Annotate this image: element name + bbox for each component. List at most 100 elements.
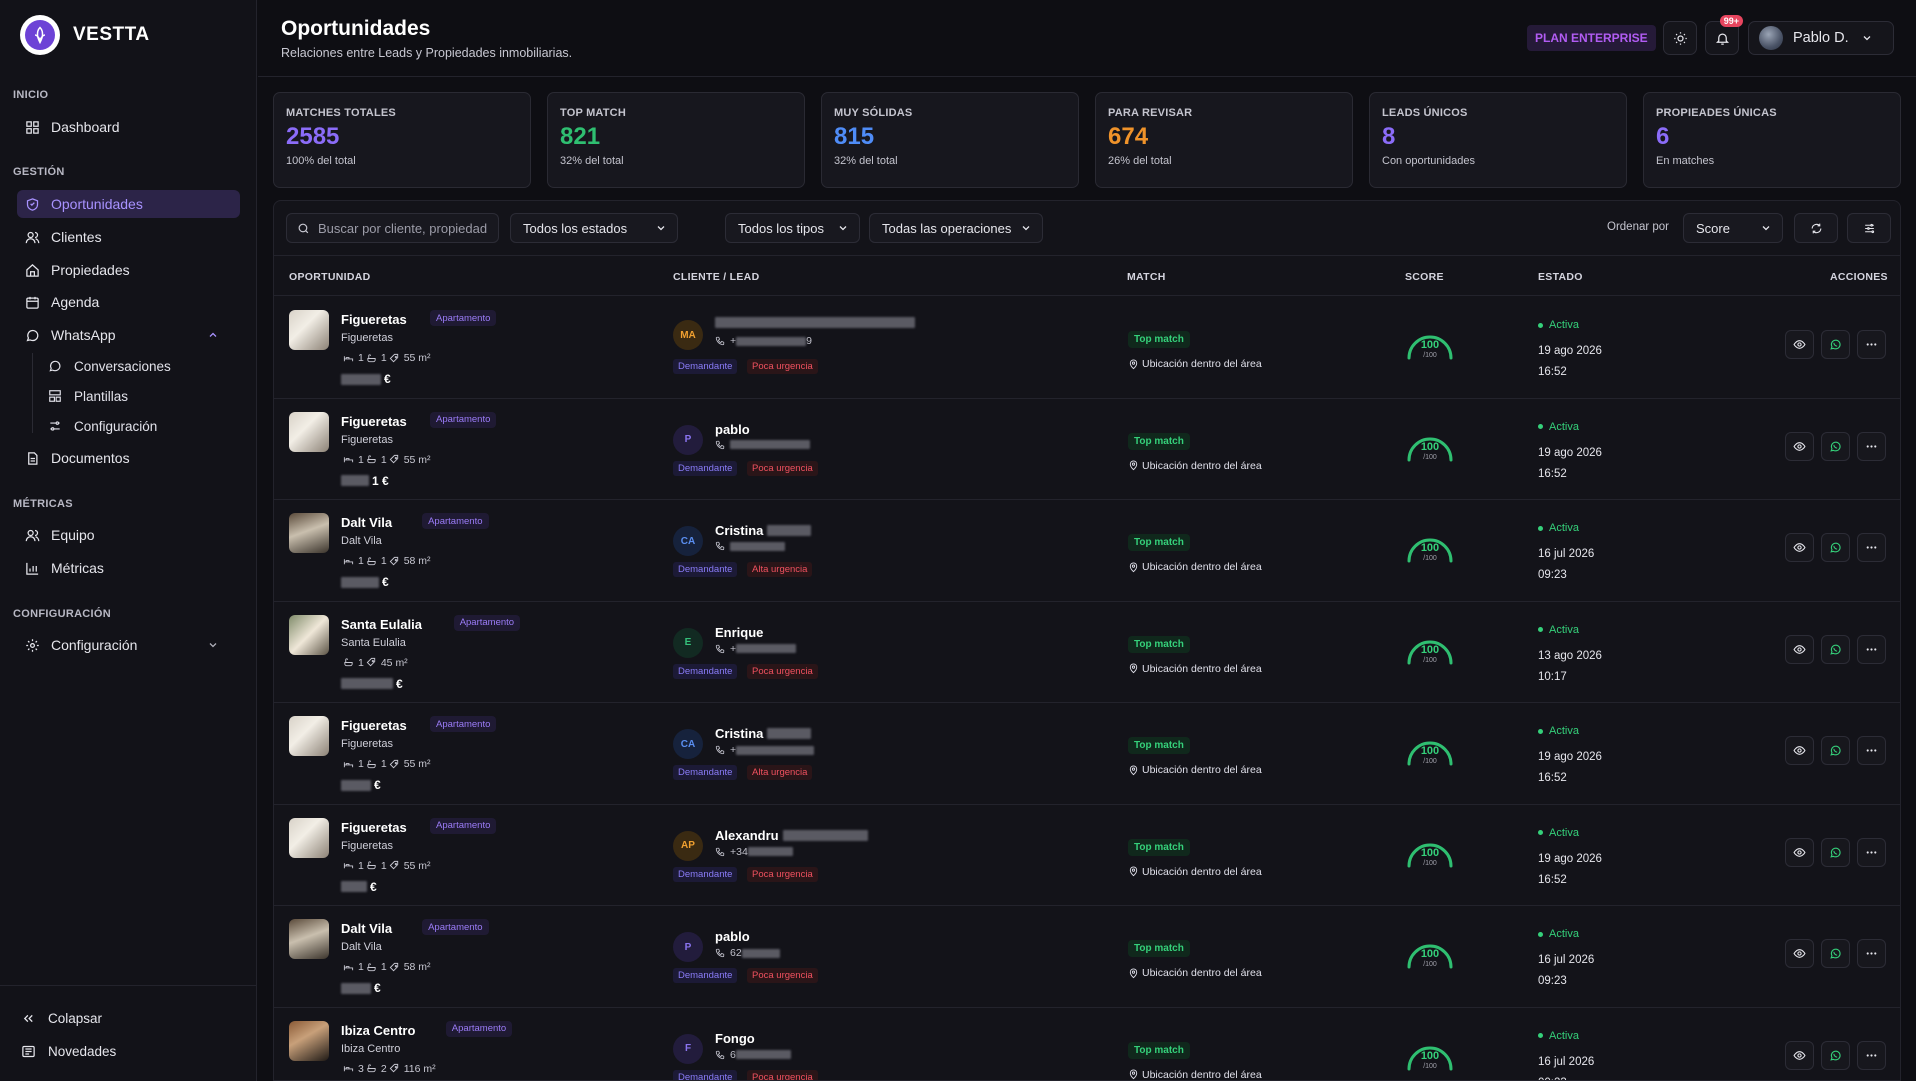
- more-options-button[interactable]: [1857, 634, 1886, 664]
- whatsapp-button[interactable]: [1821, 837, 1850, 867]
- stat-value: 674: [1108, 123, 1149, 150]
- chevron-down-icon: [657, 226, 665, 231]
- lead-name[interactable]: Cristina: [715, 726, 812, 741]
- theme-toggle-button[interactable]: [1663, 21, 1697, 55]
- property-name[interactable]: Ibiza Centro: [341, 1023, 415, 1038]
- sidebar-item-propiedades[interactable]: Propiedades: [17, 256, 240, 284]
- status-date-day: 19 ago 2026: [1538, 852, 1602, 865]
- search-input[interactable]: [318, 220, 488, 236]
- view-button[interactable]: [1785, 431, 1814, 461]
- property-thumbnail[interactable]: [289, 919, 329, 959]
- bath-icon: [367, 861, 376, 870]
- col-score[interactable]: SCORE: [1405, 271, 1444, 283]
- sidebar-item-agenda[interactable]: Agenda: [17, 288, 240, 316]
- sidebar-item-clientes[interactable]: Clientes: [17, 223, 240, 251]
- sidebar-item-equipo[interactable]: Equipo: [17, 521, 240, 549]
- table-row[interactable]: Figueretas Apartamento Figueretas 1 1 55 m² 1 …: [274, 399, 1900, 500]
- lead-name[interactable]: [715, 317, 915, 328]
- table-row[interactable]: Dalt Vila Apartamento Dalt Vila 1 1 58 m² € CA C…: [274, 500, 1900, 602]
- collapse-button[interactable]: Colapsar: [21, 1011, 102, 1026]
- table-row[interactable]: Figueretas Apartamento Figueretas 1 1 55 m² € A…: [274, 805, 1900, 906]
- property-name[interactable]: Dalt Vila: [341, 515, 392, 530]
- view-button[interactable]: [1785, 634, 1814, 664]
- property-name[interactable]: Figueretas: [341, 718, 407, 733]
- lead-name[interactable]: pablo: [715, 929, 750, 944]
- lead-name[interactable]: Cristina: [715, 523, 812, 538]
- whatsapp-button[interactable]: [1821, 533, 1850, 562]
- sidebar-item-oportunidades[interactable]: Oportunidades: [17, 190, 240, 218]
- estado-filter-select[interactable]: Todos los estados: [510, 213, 678, 243]
- whatsapp-button[interactable]: [1821, 431, 1850, 461]
- more-options-button[interactable]: [1857, 330, 1886, 359]
- view-button[interactable]: [1785, 1040, 1814, 1070]
- table-row[interactable]: Dalt Vila Apartamento Dalt Vila 1 1 58 m² € Ppa…: [274, 906, 1900, 1008]
- score-max: /100: [1423, 758, 1437, 765]
- property-thumbnail[interactable]: [289, 614, 329, 655]
- tipo-filter-select[interactable]: Todos los tipos: [725, 213, 860, 243]
- sidebar-item-whatsapp[interactable]: WhatsApp: [17, 321, 240, 349]
- property-price: €: [341, 575, 389, 589]
- user-menu-button[interactable]: Pablo D.: [1748, 21, 1894, 55]
- sidebar-subitem-conversaciones[interactable]: Conversaciones: [48, 353, 171, 379]
- property-thumbnail[interactable]: [289, 716, 329, 756]
- sidebar-subitem-wa-configuracion[interactable]: Configuración: [48, 413, 157, 439]
- lead-name[interactable]: Fongo: [715, 1031, 755, 1046]
- tag-icon: [389, 1063, 398, 1073]
- view-button[interactable]: [1785, 939, 1814, 968]
- col-estado[interactable]: ESTADO: [1538, 271, 1583, 283]
- beds-count: 1: [358, 758, 364, 770]
- lead-name[interactable]: pablo: [715, 422, 750, 437]
- phone-prefix: 6: [730, 1048, 736, 1061]
- whatsapp-button[interactable]: [1821, 1040, 1850, 1070]
- property-name[interactable]: Figueretas: [341, 312, 407, 327]
- sidebar-item-metricas[interactable]: Métricas: [17, 554, 240, 582]
- table-row[interactable]: Santa Eulalia Apartamento Santa Eulalia 1 45…: [274, 602, 1900, 703]
- more-options-button[interactable]: [1857, 736, 1886, 765]
- more-options-button[interactable]: [1857, 837, 1886, 867]
- lead-name[interactable]: Enrique: [715, 625, 763, 640]
- stat-card: MATCHES TOTALES 2585 100% del total: [273, 92, 531, 188]
- col-cliente[interactable]: CLIENTE / LEAD: [673, 271, 759, 283]
- sidebar-subitem-plantillas[interactable]: Plantillas: [48, 383, 128, 409]
- more-options-button[interactable]: [1857, 533, 1886, 562]
- property-thumbnail[interactable]: [289, 1020, 329, 1061]
- refresh-button[interactable]: [1794, 213, 1838, 243]
- table-row[interactable]: Figueretas Apartamento Figueretas 1 1 55 m² € M…: [274, 297, 1900, 399]
- whatsapp-button[interactable]: [1821, 736, 1850, 765]
- columns-settings-button[interactable]: [1847, 213, 1891, 243]
- col-match[interactable]: MATCH: [1127, 271, 1166, 283]
- property-thumbnail[interactable]: [289, 411, 329, 452]
- whatsapp-button[interactable]: [1821, 330, 1850, 359]
- price-redacted: [341, 373, 381, 385]
- table-row[interactable]: Figueretas Apartamento Figueretas 1 1 55 m² € C…: [274, 703, 1900, 805]
- whatsapp-button[interactable]: [1821, 634, 1850, 664]
- order-by-select[interactable]: Score: [1683, 213, 1783, 243]
- property-thumbnail[interactable]: [289, 310, 329, 350]
- view-button[interactable]: [1785, 837, 1814, 867]
- col-oportunidad[interactable]: OPORTUNIDAD: [289, 271, 370, 283]
- more-options-button[interactable]: [1857, 431, 1886, 461]
- sidebar-item-documentos[interactable]: Documentos: [17, 444, 240, 472]
- table-row[interactable]: Ibiza Centro Apartamento Ibiza Centro 3 2 116…: [274, 1008, 1900, 1080]
- property-name[interactable]: Figueretas: [341, 414, 407, 429]
- property-name[interactable]: Santa Eulalia: [341, 617, 422, 632]
- view-button[interactable]: [1785, 533, 1814, 562]
- news-button[interactable]: Novedades: [21, 1044, 116, 1059]
- operacion-filter-select[interactable]: Todas las operaciones: [869, 213, 1043, 243]
- property-thumbnail[interactable]: [289, 513, 329, 553]
- property-thumbnail[interactable]: [289, 817, 329, 858]
- more-options-button[interactable]: [1857, 1040, 1886, 1070]
- notifications-button[interactable]: 99+: [1705, 15, 1743, 55]
- whatsapp-button[interactable]: [1821, 939, 1850, 968]
- lead-name[interactable]: Alexandru: [715, 828, 868, 843]
- sidebar-item-dashboard[interactable]: Dashboard: [17, 113, 240, 141]
- sidebar-item-configuracion[interactable]: Configuración: [17, 631, 240, 659]
- view-button[interactable]: [1785, 330, 1814, 359]
- property-name[interactable]: Dalt Vila: [341, 921, 392, 936]
- brand-logo-row[interactable]: VESTTA: [20, 15, 150, 55]
- view-button[interactable]: [1785, 736, 1814, 765]
- search-box[interactable]: [286, 213, 499, 243]
- property-name[interactable]: Figueretas: [341, 820, 407, 835]
- more-options-button[interactable]: [1857, 939, 1886, 968]
- lead-avatar: CA: [673, 729, 703, 759]
